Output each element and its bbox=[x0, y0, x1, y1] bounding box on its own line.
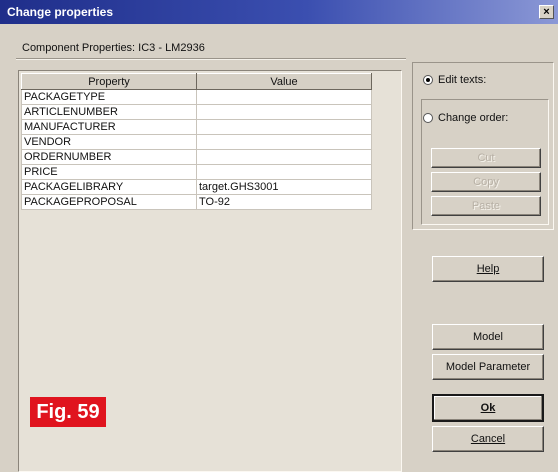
property-value-cell[interactable] bbox=[196, 119, 372, 135]
table-row[interactable]: ARTICLENUMBER bbox=[21, 104, 372, 120]
property-name-cell[interactable]: PRICE bbox=[21, 164, 197, 180]
model-button[interactable]: Model bbox=[432, 324, 544, 350]
property-name-cell[interactable]: ORDERNUMBER bbox=[21, 149, 197, 165]
property-name-cell[interactable]: MANUFACTURER bbox=[21, 119, 197, 135]
property-value-cell[interactable]: target.GHS3001 bbox=[196, 179, 372, 195]
cancel-button-label: Cancel bbox=[470, 433, 506, 445]
model-button-label: Model bbox=[473, 331, 503, 343]
property-value-cell[interactable] bbox=[196, 89, 372, 105]
table-row[interactable]: PACKAGELIBRARY target.GHS3001 bbox=[21, 179, 372, 195]
title-bar[interactable]: Change properties × bbox=[0, 0, 558, 24]
property-name-cell[interactable]: PACKAGELIBRARY bbox=[21, 179, 197, 195]
edit-texts-label: Edit texts: bbox=[438, 74, 487, 86]
column-header-value[interactable]: Value bbox=[196, 73, 372, 90]
ok-button-label: Ok bbox=[480, 402, 496, 414]
close-button[interactable]: × bbox=[539, 5, 554, 19]
table-row[interactable]: PACKAGETYPE bbox=[21, 89, 372, 105]
edit-texts-radio[interactable] bbox=[423, 75, 433, 85]
table-row[interactable]: PACKAGEPROPOSAL TO-92 bbox=[21, 194, 372, 210]
change-order-radio[interactable] bbox=[423, 113, 433, 123]
help-button[interactable]: Help bbox=[432, 256, 544, 282]
property-value-cell[interactable] bbox=[196, 149, 372, 165]
edit-mode-panel: Edit texts: Change order: Cut Copy Paste bbox=[412, 62, 554, 230]
property-value-cell[interactable] bbox=[196, 134, 372, 150]
model-parameter-button[interactable]: Model Parameter bbox=[432, 354, 544, 380]
change-order-option[interactable]: Change order: bbox=[423, 112, 508, 124]
property-name-cell[interactable]: ARTICLENUMBER bbox=[21, 104, 197, 120]
property-name-cell[interactable]: PACKAGETYPE bbox=[21, 89, 197, 105]
figure-badge: Fig. 59 bbox=[30, 397, 106, 427]
change-order-label: Change order: bbox=[438, 112, 509, 124]
property-value-cell[interactable]: TO-92 bbox=[196, 194, 372, 210]
paste-button[interactable]: Paste bbox=[431, 196, 541, 216]
cancel-button[interactable]: Cancel bbox=[432, 426, 544, 452]
component-properties-label: Component Properties: IC3 - LM2936 bbox=[22, 42, 205, 54]
table-row[interactable]: ORDERNUMBER bbox=[21, 149, 372, 165]
property-name-cell[interactable]: PACKAGEPROPOSAL bbox=[21, 194, 197, 210]
property-value-cell[interactable] bbox=[196, 104, 372, 120]
property-value-cell[interactable] bbox=[196, 164, 372, 180]
close-icon: × bbox=[543, 6, 550, 18]
property-name-cell[interactable]: VENDOR bbox=[21, 134, 197, 150]
edit-texts-option[interactable]: Edit texts: bbox=[423, 74, 486, 86]
copy-button[interactable]: Copy bbox=[431, 172, 541, 192]
property-grid[interactable]: Property Value PACKAGETYPE ARTICLENUMBER… bbox=[21, 73, 372, 210]
column-header-property[interactable]: Property bbox=[21, 73, 197, 90]
help-button-label: Help bbox=[476, 263, 500, 275]
window-title: Change properties bbox=[7, 5, 114, 19]
cut-button[interactable]: Cut bbox=[431, 148, 541, 168]
grid-header-row: Property Value bbox=[21, 73, 372, 90]
model-parameter-button-label: Model Parameter bbox=[445, 361, 531, 373]
table-row[interactable]: MANUFACTURER bbox=[21, 119, 372, 135]
table-row[interactable]: PRICE bbox=[21, 164, 372, 180]
ok-button[interactable]: Ok bbox=[432, 394, 544, 422]
table-row[interactable]: VENDOR bbox=[21, 134, 372, 150]
separator bbox=[16, 58, 406, 60]
